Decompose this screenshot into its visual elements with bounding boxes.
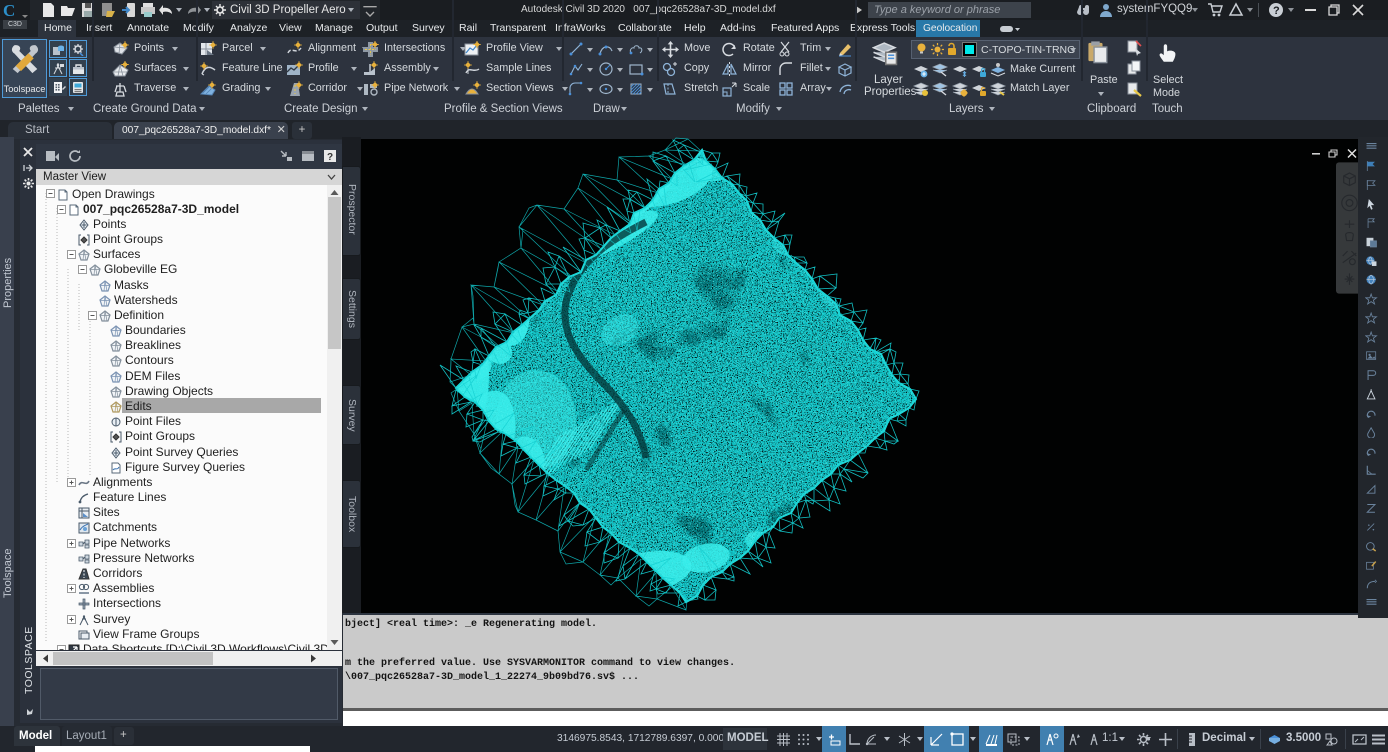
svg-text:?: ? [327,152,333,163]
